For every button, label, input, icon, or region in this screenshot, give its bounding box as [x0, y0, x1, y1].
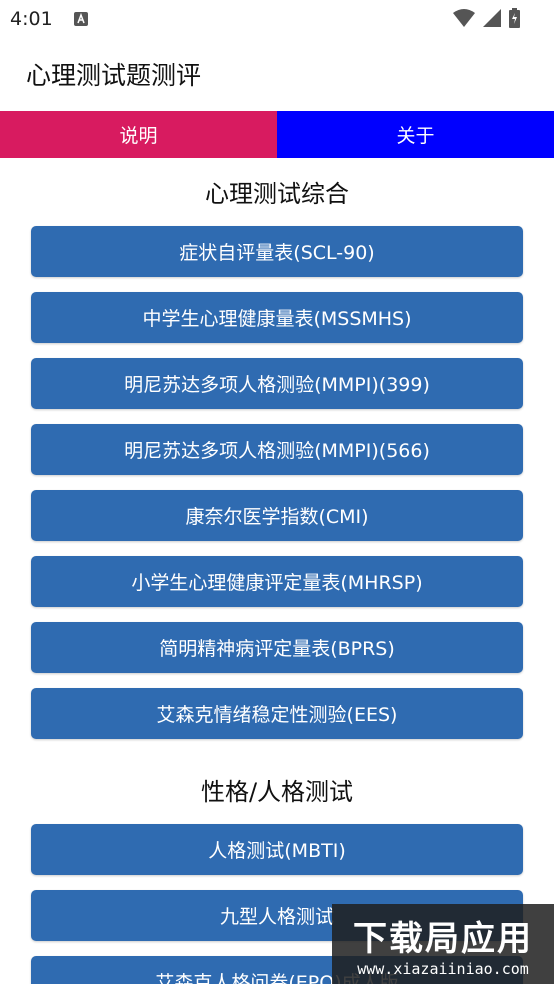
test-button-mmpi-566[interactable]: 明尼苏达多项人格测验(MMPI)(566): [31, 424, 523, 475]
test-button-mssmhs[interactable]: 中学生心理健康量表(MSSMHS): [31, 292, 523, 343]
test-button-bprs[interactable]: 简明精神病评定量表(BPRS): [31, 622, 523, 673]
wifi-icon: [453, 9, 475, 31]
test-button-mbti[interactable]: 人格测试(MBTI): [31, 824, 523, 875]
tab-bar: 说明 关于: [0, 111, 554, 158]
tab-explain[interactable]: 说明: [0, 111, 277, 158]
status-icons: [453, 8, 520, 32]
test-button-cmi[interactable]: 康奈尔医学指数(CMI): [31, 490, 523, 541]
test-button-scl90[interactable]: 症状自评量表(SCL-90): [31, 226, 523, 277]
tab-about[interactable]: 关于: [277, 111, 554, 158]
watermark-main: 下载局应用: [353, 918, 533, 959]
test-button-ees[interactable]: 艾森克情绪稳定性测验(EES): [31, 688, 523, 739]
status-time: 4:01: [10, 8, 53, 30]
status-bar: 4:01: [0, 0, 554, 38]
test-button-mmpi-399[interactable]: 明尼苏达多项人格测验(MMPI)(399): [31, 358, 523, 409]
test-list[interactable]: 心理测试综合 症状自评量表(SCL-90) 中学生心理健康量表(MSSMHS) …: [0, 158, 554, 984]
test-button-mhrsp[interactable]: 小学生心理健康评定量表(MHRSP): [31, 556, 523, 607]
watermark-url: www.xiazaiiniao.com: [357, 959, 529, 978]
app-title: 心理测试题测评: [26, 61, 202, 90]
battery-icon: [509, 8, 520, 32]
signal-icon: [483, 9, 501, 31]
site-watermark: 下载局应用 www.xiazaiiniao.com: [332, 904, 554, 984]
section-title-general: 心理测试综合: [205, 180, 349, 208]
section-title-personality: 性格/人格测试: [200, 778, 354, 806]
notification-a-icon: [74, 11, 88, 26]
